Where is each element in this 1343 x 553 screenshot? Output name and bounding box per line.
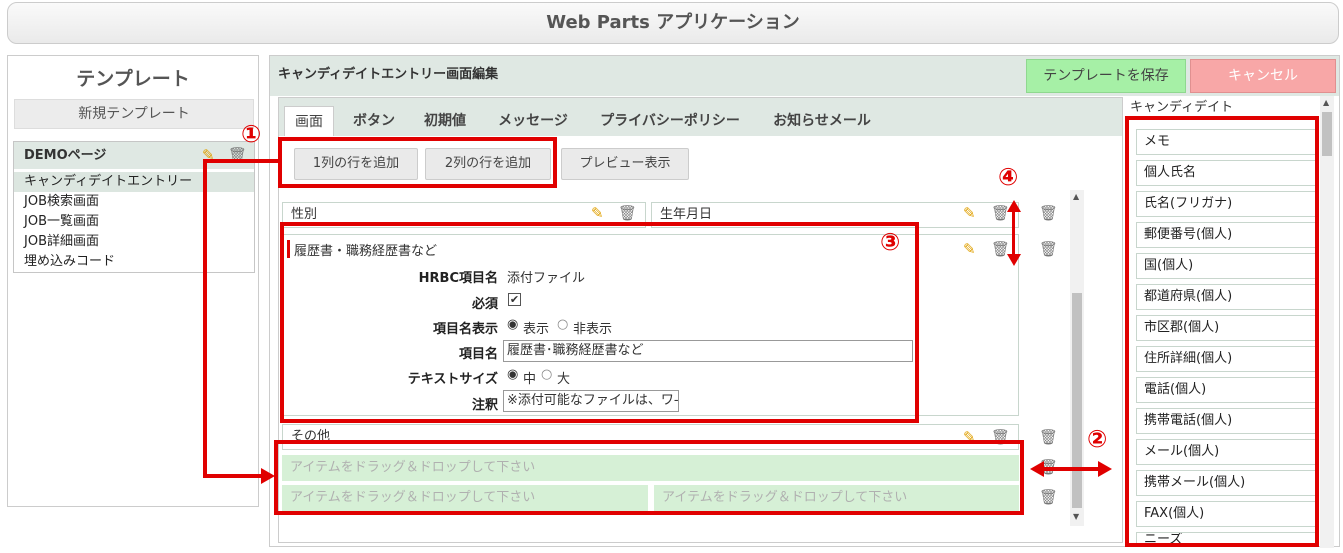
page-name: DEMOページ: [24, 148, 107, 163]
arrow-head-down-icon: [1007, 254, 1021, 266]
new-template-button[interactable]: 新規テンプレート: [14, 99, 254, 129]
field-gender-label: 性別: [291, 207, 318, 222]
tab-screen[interactable]: 画面: [284, 106, 334, 136]
cancel-button[interactable]: キャンセル: [1190, 59, 1336, 93]
candidate-scroll-up-icon[interactable]: ▲: [1323, 98, 1329, 107]
double-arrow-vertical: [1012, 210, 1015, 256]
tab-button[interactable]: ボタン: [349, 106, 399, 136]
preview-button[interactable]: プレビュー表示: [561, 148, 689, 180]
edit-resume-icon[interactable]: ✎: [963, 240, 976, 258]
arrow-line-vertical: [203, 159, 207, 477]
arrow-line-top: [203, 159, 279, 163]
annotation-box-drop: [274, 440, 1024, 515]
scroll-down-icon[interactable]: ▼: [1073, 512, 1079, 521]
template-title: テンプレート: [76, 68, 190, 90]
annotation-badge-2: ②: [1087, 425, 1108, 453]
annotation-badge-1: ①: [241, 120, 262, 148]
editor-header: キャンディデイトエントリー画面編集 テンプレートを保存 キャンセル: [270, 56, 1339, 96]
annotation-box-2: [1125, 116, 1319, 547]
annotation-box-3: [280, 222, 919, 423]
field-birthdate-label: 生年月日: [660, 207, 713, 222]
template-panel: テンプレート 新規テンプレート DEMOページ ✎ 🗑 キャンディデイトエントリ…: [7, 55, 259, 507]
delete-gender-icon[interactable]: 🗑: [618, 204, 637, 222]
tab-privacy[interactable]: プライバシーポリシー: [595, 106, 745, 136]
tab-strip: 画面 ボタン 初期値 メッセージ プライバシーポリシー お知らせメール: [279, 98, 1122, 136]
delete-row-3-icon[interactable]: 🗑: [1039, 428, 1058, 446]
page-item-job-search[interactable]: JOB検索画面: [14, 192, 254, 212]
scroll-up-icon[interactable]: ▲: [1073, 192, 1079, 201]
arrow-head-right-icon: [261, 468, 275, 484]
editor-scroll-thumb[interactable]: [1072, 293, 1082, 508]
double-arrow-horizontal: [1042, 467, 1100, 471]
page-header: DEMOページ: [14, 142, 254, 169]
tab-default[interactable]: 初期値: [417, 106, 473, 136]
annotation-box-1: [278, 137, 557, 188]
save-template-button[interactable]: テンプレートを保存: [1026, 59, 1186, 93]
page-item-candidate-entry[interactable]: キャンディデイトエントリー: [14, 172, 254, 192]
edit-gender-icon[interactable]: ✎: [591, 204, 604, 222]
delete-row-1-icon[interactable]: 🗑: [1039, 204, 1058, 222]
editor-title: キャンディデイトエントリー画面編集: [278, 67, 499, 82]
app-title: Web Parts アプリケーション: [7, 2, 1339, 44]
annotation-badge-4: ④: [998, 163, 1019, 191]
page-item-embed-code[interactable]: 埋め込みコード: [14, 252, 254, 272]
page-item-job-list[interactable]: JOB一覧画面: [14, 212, 254, 232]
page-item-job-detail[interactable]: JOB詳細画面: [14, 232, 254, 252]
delete-row-5-icon[interactable]: 🗑: [1039, 488, 1058, 506]
arrow-line-bottom: [203, 474, 263, 478]
edit-birthdate-icon[interactable]: ✎: [963, 204, 976, 222]
tab-notify-mail[interactable]: お知らせメール: [767, 106, 877, 136]
candidate-title: キャンディデイト: [1130, 100, 1234, 115]
tab-message[interactable]: メッセージ: [493, 106, 573, 136]
arrow-head-up-icon: [1007, 200, 1021, 212]
annotation-badge-3: ③: [880, 228, 901, 256]
candidate-scroll-thumb[interactable]: [1322, 112, 1332, 156]
arrow-head-right-icon: [1098, 461, 1112, 477]
arrow-head-left-icon: [1030, 461, 1044, 477]
candidate-scrollbar[interactable]: [1320, 96, 1334, 548]
delete-row-2-icon[interactable]: 🗑: [1039, 240, 1058, 258]
